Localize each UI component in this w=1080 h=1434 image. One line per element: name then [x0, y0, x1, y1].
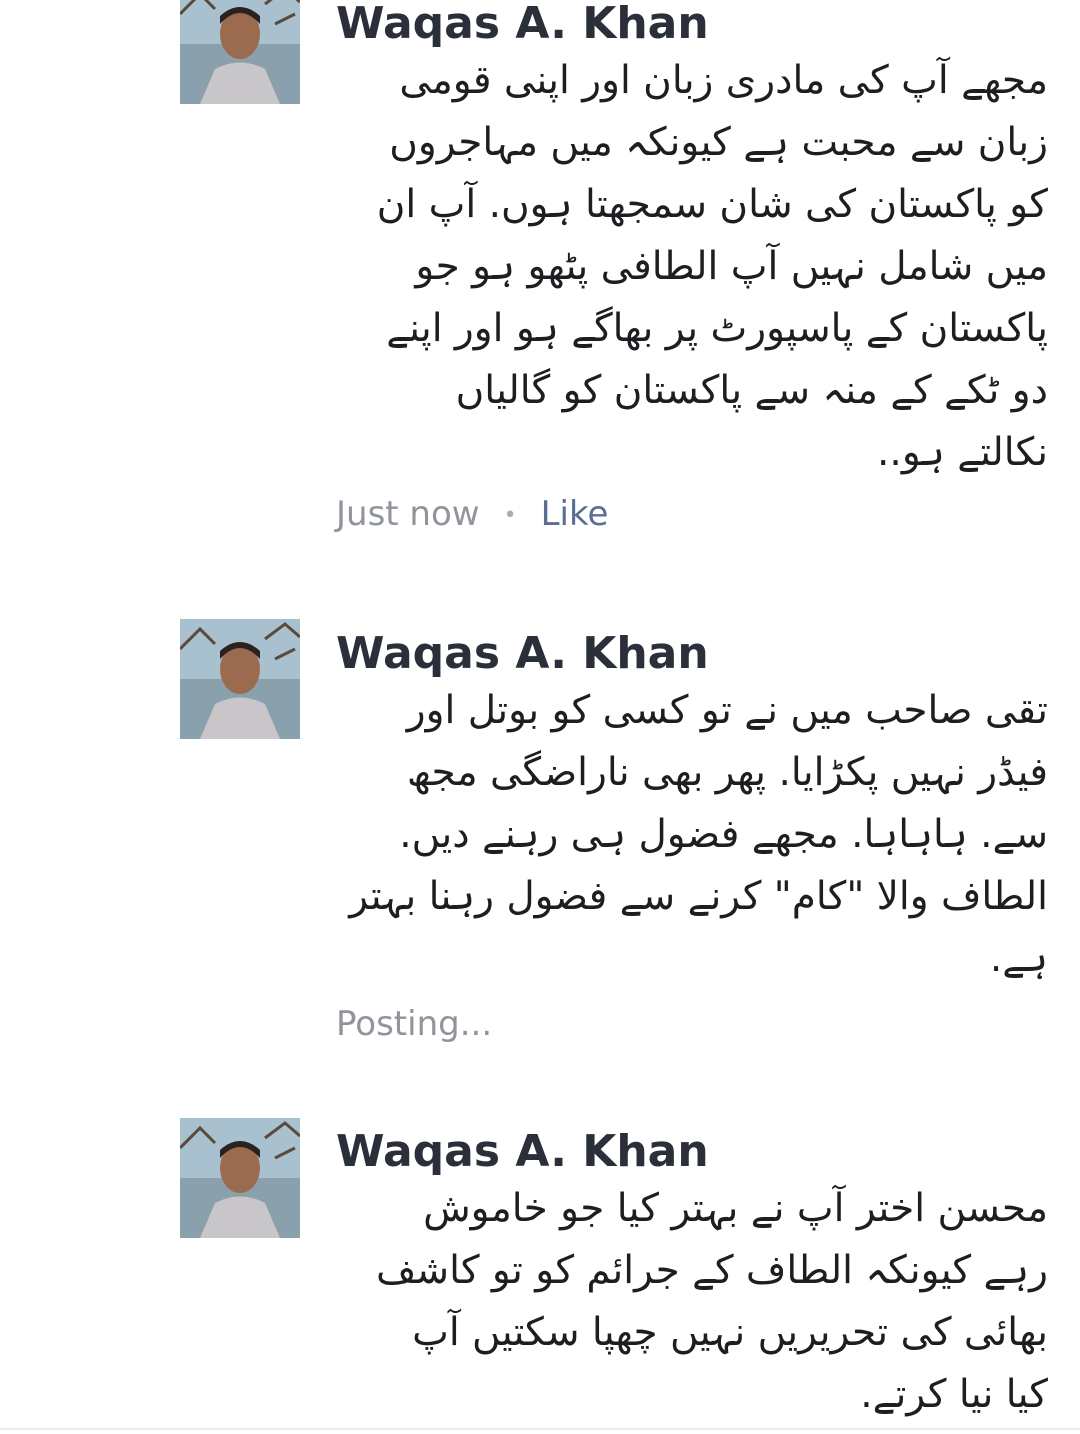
comment-text: محسن اختر آپ نے بہتر کیا جو خاموش رہے کی…	[376, 1186, 1048, 1417]
comment-status: Posting...	[336, 1004, 493, 1044]
timestamp[interactable]: Just now	[336, 494, 480, 534]
like-link[interactable]: Like	[541, 494, 609, 534]
separator-dot: •	[503, 502, 517, 528]
comment-author[interactable]: Waqas A. Khan	[336, 0, 709, 48]
avatar[interactable]	[180, 1118, 300, 1238]
comment-text: مجھے آپ کی مادری زبان اور اپنی قومی زبان…	[376, 58, 1048, 475]
comment-author[interactable]: Waqas A. Khan	[336, 1128, 709, 1176]
avatar-photo	[180, 0, 300, 104]
comment-author[interactable]: Waqas A. Khan	[336, 630, 709, 678]
avatar-photo	[180, 1118, 300, 1238]
comment-text: تقی صاحب میں نے تو کسی کو بوتل اور فیڈر …	[349, 688, 1048, 981]
avatar-photo	[180, 619, 300, 739]
avatar[interactable]	[180, 619, 300, 739]
comment-meta: Just now • Like	[336, 494, 608, 536]
avatar[interactable]	[180, 0, 300, 104]
divider	[0, 1428, 1080, 1430]
